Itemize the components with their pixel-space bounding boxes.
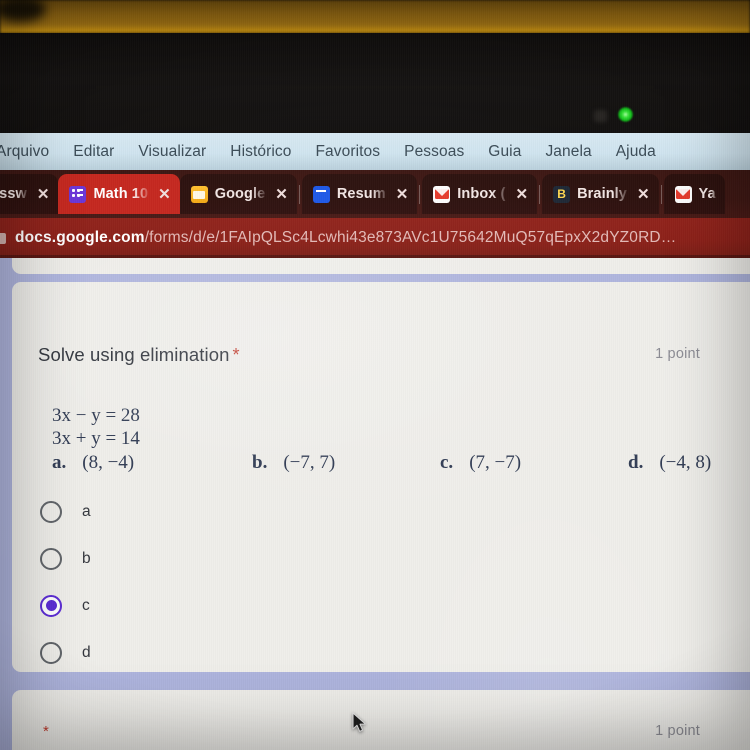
menu-item-historico[interactable]: Histórico bbox=[218, 133, 303, 170]
tab-divider bbox=[660, 184, 662, 204]
radio-button-icon[interactable] bbox=[40, 547, 62, 570]
required-asterisk: * bbox=[232, 345, 240, 365]
radio-option-label: d bbox=[82, 643, 91, 661]
answer-choice-value: (7, −7) bbox=[469, 452, 522, 473]
webcam-lens-icon bbox=[594, 110, 607, 122]
browser-address-bar[interactable]: docs.google.com/forms/d/e/1FAIpQLSc4Lcwh… bbox=[0, 218, 750, 258]
menu-item-janela[interactable]: Janela bbox=[533, 133, 603, 170]
browser-tab-label: Inbox ( bbox=[457, 186, 506, 202]
tab-close-icon[interactable]: ✕ bbox=[158, 187, 171, 202]
background-dark-smudge bbox=[0, 0, 46, 22]
menu-item-pessoas[interactable]: Pessoas bbox=[392, 133, 476, 170]
tab-divider bbox=[419, 184, 421, 204]
browser-tab-label: Resum bbox=[336, 186, 386, 202]
radio-button-icon[interactable] bbox=[40, 641, 62, 664]
equation-line-1: 3x − y = 28 bbox=[52, 405, 140, 426]
photo-of-laptop-screen: Arquivo Editar Visualizar Histórico Favo… bbox=[0, 0, 750, 750]
webcam-indicator-led-icon bbox=[618, 107, 633, 122]
equation-line-2: 3x + y = 14 bbox=[52, 428, 140, 449]
menu-item-favoritos[interactable]: Favoritos bbox=[303, 133, 392, 170]
url-host: docs.google.com bbox=[15, 229, 145, 246]
browser-tab-label: Brainly bbox=[577, 186, 627, 202]
brainly-icon: B bbox=[553, 185, 571, 203]
answer-choice-a: a. (8, −4) bbox=[52, 452, 134, 474]
answer-choice-value: (8, −4) bbox=[82, 452, 135, 473]
laptop-bezel bbox=[0, 33, 750, 133]
question-card-1: 1 point Solve using elimination * 3x − y … bbox=[12, 282, 750, 672]
question-title-text: Solve using elimination bbox=[38, 344, 230, 365]
address-bar-shadow bbox=[0, 255, 750, 258]
radio-button-icon[interactable] bbox=[40, 500, 62, 523]
answer-choice-d: d. (−4, 8) bbox=[628, 452, 711, 474]
url-path: /forms/d/e/1FAIpQLSc4Lcwhi43e873AVc1U756… bbox=[144, 229, 677, 246]
browser-tab-label: Google bbox=[214, 186, 266, 202]
answer-choice-letter: d. bbox=[628, 452, 644, 473]
tab-divider bbox=[298, 184, 300, 204]
browser-tab-label: Ya bbox=[698, 186, 716, 202]
answer-choice-letter: a. bbox=[52, 452, 67, 473]
menu-item-editar[interactable]: Editar bbox=[61, 133, 126, 170]
radio-group: a b c d bbox=[40, 488, 91, 676]
radio-option-a[interactable]: a bbox=[40, 488, 91, 535]
previous-question-card-partial bbox=[12, 258, 750, 274]
site-info-icon[interactable] bbox=[0, 232, 6, 244]
answer-choice-value: (−7, 7) bbox=[283, 452, 336, 473]
radio-option-label: a bbox=[82, 502, 91, 520]
answer-choice-letter: b. bbox=[252, 452, 268, 473]
google-docs-icon bbox=[312, 185, 330, 203]
google-forms-page: 1 point Solve using elimination * 3x − y … bbox=[0, 258, 750, 750]
menu-item-arquivo[interactable]: Arquivo bbox=[0, 133, 61, 170]
answer-choice-b: b. (−7, 7) bbox=[252, 452, 335, 474]
browser-tab-inbox[interactable]: Inbox ( ✕ bbox=[422, 174, 538, 214]
tab-close-icon[interactable]: ✕ bbox=[637, 187, 650, 202]
answer-choice-value: (−4, 8) bbox=[659, 452, 712, 473]
menu-item-ajuda[interactable]: Ajuda bbox=[604, 133, 668, 170]
browser-tab-assw[interactable]: assw ✕ bbox=[0, 174, 59, 214]
browser-tab-label: assw bbox=[0, 186, 27, 202]
tab-divider bbox=[539, 184, 541, 204]
tab-close-icon[interactable]: ✕ bbox=[516, 187, 529, 202]
browser-tab-brainly[interactable]: B Brainly ✕ bbox=[542, 174, 659, 214]
radio-option-d[interactable]: d bbox=[40, 629, 91, 676]
radio-option-c[interactable]: c bbox=[40, 582, 91, 629]
google-drive-icon bbox=[190, 185, 208, 203]
radio-option-label: b bbox=[82, 549, 91, 567]
question-title: Solve using elimination * bbox=[38, 344, 240, 366]
required-asterisk: * bbox=[43, 723, 49, 740]
radio-option-label: c bbox=[82, 596, 90, 614]
answer-choice-row: a. (8, −4) b. (−7, 7) c. (7, −7) d. (−4, 8) bbox=[52, 452, 750, 478]
browser-tab-google[interactable]: Google ✕ bbox=[179, 174, 297, 214]
macos-menu-bar: Arquivo Editar Visualizar Histórico Favo… bbox=[0, 133, 750, 170]
google-forms-icon bbox=[69, 185, 87, 203]
browser-tab-strip: assw ✕ Math 10 ✕ Google ✕ Resum ✕ bbox=[0, 170, 750, 218]
browser-tab-ya[interactable]: Ya bbox=[663, 174, 725, 214]
gmail-icon bbox=[674, 185, 692, 203]
tab-close-icon[interactable]: ✕ bbox=[396, 187, 409, 202]
equation-system: 3x − y = 28 3x + y = 14 bbox=[52, 404, 140, 450]
question-points-label: 1 point bbox=[655, 723, 700, 739]
tab-close-icon[interactable]: ✕ bbox=[37, 187, 50, 202]
tab-close-icon[interactable]: ✕ bbox=[275, 187, 288, 202]
answer-choice-letter: c. bbox=[440, 452, 454, 473]
browser-tab-resum[interactable]: Resum ✕ bbox=[301, 174, 418, 214]
menu-item-guia[interactable]: Guia bbox=[476, 133, 533, 170]
question-card-2: * 1 point bbox=[12, 690, 750, 750]
address-bar-url: docs.google.com/forms/d/e/1FAIpQLSc4Lcwh… bbox=[15, 229, 676, 247]
gmail-icon bbox=[433, 185, 451, 203]
radio-option-b[interactable]: b bbox=[40, 535, 91, 582]
question-points-label: 1 point bbox=[655, 346, 700, 362]
browser-tab-math-10[interactable]: Math 10 ✕ bbox=[58, 174, 180, 214]
background-room-blur bbox=[0, 0, 750, 34]
radio-button-selected-icon[interactable] bbox=[40, 594, 62, 617]
menu-item-visualizar[interactable]: Visualizar bbox=[126, 133, 218, 170]
answer-choice-c: c. (7, −7) bbox=[440, 452, 521, 474]
mouse-cursor-icon bbox=[352, 712, 366, 732]
browser-tab-label: Math 10 bbox=[93, 186, 149, 202]
